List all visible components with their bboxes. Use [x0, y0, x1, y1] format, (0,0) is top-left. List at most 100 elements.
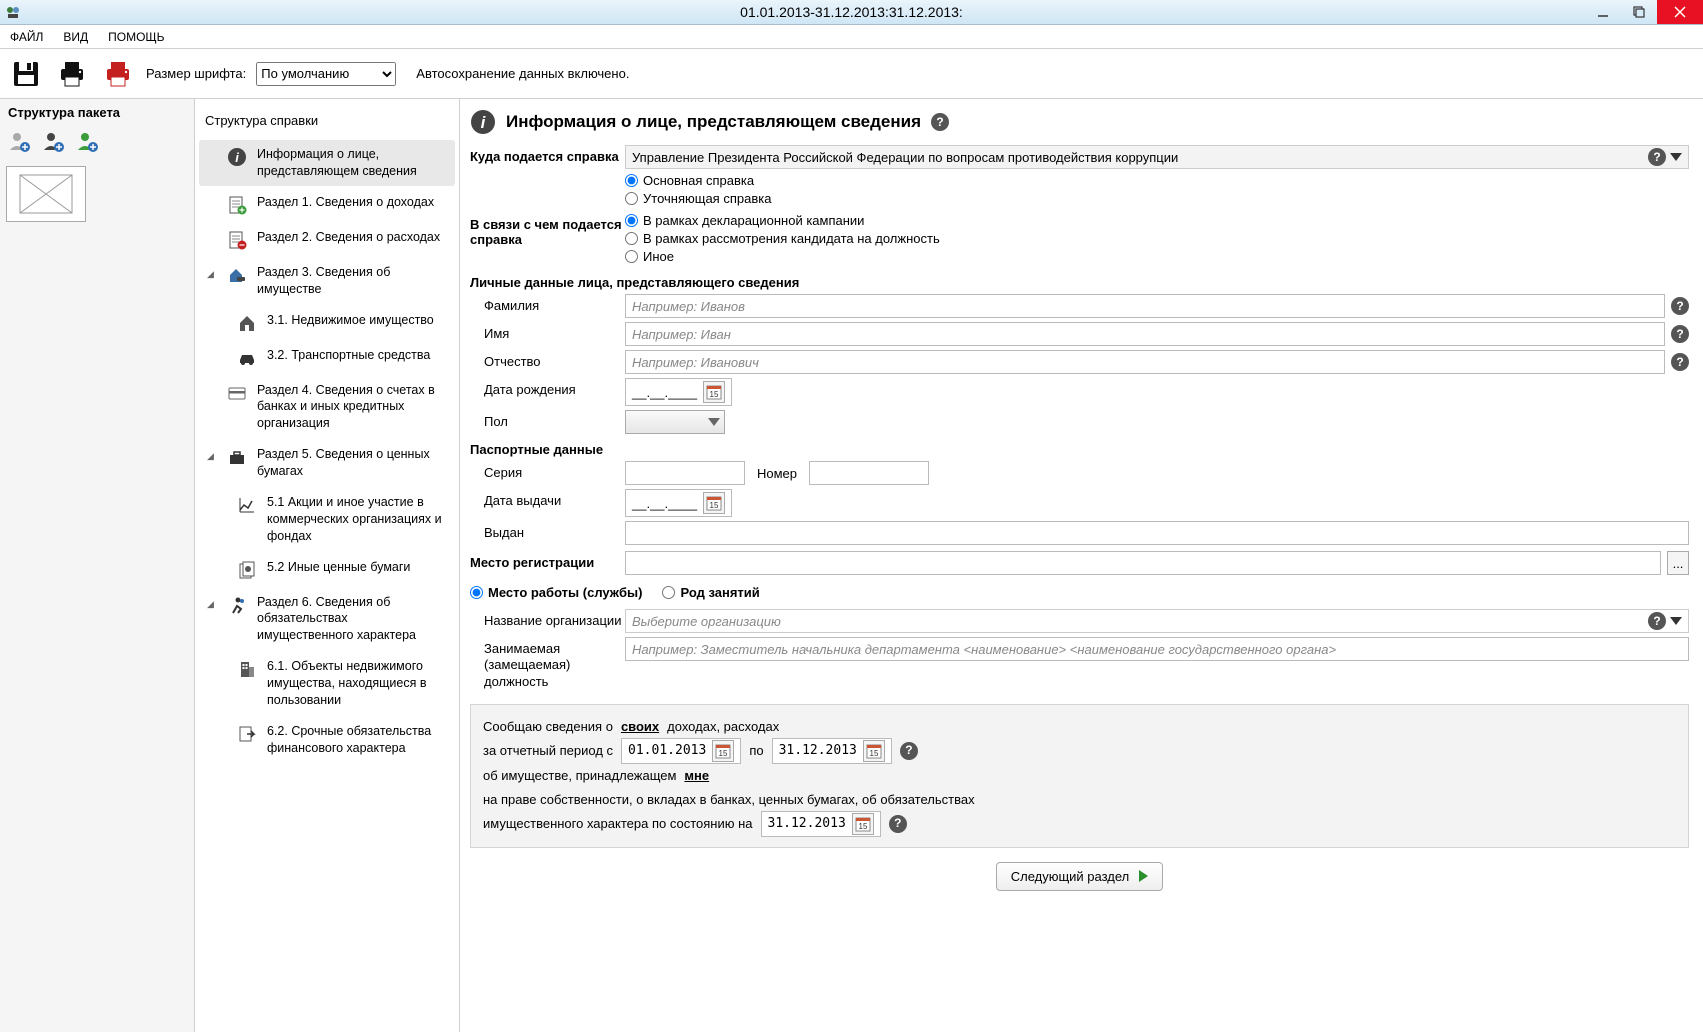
position-input[interactable] — [625, 637, 1689, 661]
info-icon: i — [227, 147, 247, 167]
radio-declaration[interactable] — [625, 214, 638, 227]
patronym-input[interactable] — [625, 350, 1665, 374]
svg-text:15: 15 — [710, 501, 719, 510]
link-own[interactable]: своих — [621, 715, 659, 738]
document-plus-icon — [227, 195, 247, 215]
menu-help[interactable]: ПОМОЩЬ — [98, 30, 174, 44]
issue-date-input[interactable]: __.__.____ 15 — [625, 489, 732, 517]
card-icon — [227, 383, 247, 403]
calendar-icon[interactable]: 15 — [703, 492, 725, 514]
document-arrow-icon — [237, 724, 257, 744]
mid-panel: Структура справки i Информация о лице, п… — [195, 99, 460, 1032]
help-icon[interactable]: ? — [900, 742, 918, 760]
print-icon[interactable] — [54, 56, 90, 92]
calendar-icon[interactable]: 15 — [863, 740, 885, 762]
font-size-label: Размер шрифта: — [146, 66, 246, 81]
position-label: Занимаемая (замещаемая) должность — [470, 637, 625, 690]
house-icon — [237, 313, 257, 333]
nav-section-6[interactable]: ◢ Раздел 6. Сведения об обязательствах и… — [199, 588, 455, 651]
nav-section-6-1[interactable]: 6.1. Объекты недвижимого имущества, нахо… — [199, 652, 455, 715]
period-to-input[interactable]: 31.12.201315 — [772, 738, 892, 764]
radio-occupation[interactable] — [662, 586, 675, 599]
status-date-input[interactable]: 31.12.201315 — [761, 811, 881, 837]
calendar-icon[interactable]: 15 — [712, 740, 734, 762]
calendar-icon[interactable]: 15 — [703, 381, 725, 403]
registration-label: Место регистрации — [470, 551, 625, 570]
help-icon[interactable]: ? — [1671, 297, 1689, 315]
nav-section-5-1[interactable]: 5.1 Акции и иное участие в коммерческих … — [199, 488, 455, 551]
radio-correcting[interactable] — [625, 192, 638, 205]
lastname-input[interactable] — [625, 294, 1665, 318]
radio-candidate[interactable] — [625, 232, 638, 245]
minimize-button[interactable] — [1585, 0, 1621, 24]
svg-text:15: 15 — [858, 822, 867, 831]
gender-select[interactable] — [625, 410, 725, 434]
destination-combo[interactable]: Управление Президента Российской Федерац… — [625, 145, 1689, 169]
dropdown-icon — [708, 418, 720, 426]
next-section-button[interactable]: Следующий раздел — [996, 862, 1164, 891]
nav-section-1[interactable]: Раздел 1. Сведения о доходах — [199, 188, 455, 221]
nav-section-3-1[interactable]: 3.1. Недвижимое имущество — [199, 306, 455, 339]
help-icon[interactable]: ? — [1648, 148, 1666, 166]
help-icon[interactable]: ? — [1671, 325, 1689, 343]
help-icon[interactable]: ? — [931, 113, 949, 131]
add-person-green-icon[interactable] — [76, 130, 98, 152]
app-icon — [4, 3, 22, 21]
radio-workplace[interactable] — [470, 586, 483, 599]
registration-input[interactable] — [625, 551, 1661, 575]
help-icon[interactable]: ? — [1671, 353, 1689, 371]
menubar: ФАЙЛ ВИД ПОМОЩЬ — [0, 25, 1703, 49]
dob-input[interactable]: __.__.____ 15 — [625, 378, 732, 406]
menu-view[interactable]: ВИД — [53, 30, 98, 44]
radio-other[interactable] — [625, 250, 638, 263]
nav-section-2[interactable]: Раздел 2. Сведения о расходах — [199, 223, 455, 256]
browse-button[interactable]: ... — [1667, 551, 1689, 575]
car-icon — [237, 348, 257, 368]
org-combo[interactable]: Выберите организацию ? — [625, 609, 1689, 633]
patronym-label: Отчество — [470, 350, 625, 369]
add-person-grey-icon[interactable] — [8, 130, 30, 152]
nav-section-5[interactable]: ◢ Раздел 5. Сведения о ценных бумагах — [199, 440, 455, 486]
nav-section-5-2[interactable]: 5.2 Иные ценные бумаги — [199, 553, 455, 586]
expand-icon[interactable]: ◢ — [207, 264, 217, 280]
personal-data-heading: Личные данные лица, представляющего свед… — [470, 275, 1689, 290]
help-icon[interactable]: ? — [1648, 612, 1666, 630]
help-icon[interactable]: ? — [889, 815, 907, 833]
issue-date-label: Дата выдачи — [470, 489, 625, 508]
add-person-dark-icon[interactable] — [42, 130, 64, 152]
chart-icon — [237, 495, 257, 515]
period-from-input[interactable]: 01.01.201315 — [621, 738, 741, 764]
expand-icon[interactable]: ◢ — [207, 594, 217, 610]
package-structure-header: Структура пакета — [0, 99, 194, 126]
destination-label: Куда подается справка — [470, 145, 625, 164]
summary-box: Сообщаю сведения о своих доходах, расход… — [470, 704, 1689, 848]
property-icon — [227, 265, 247, 285]
close-button[interactable] — [1657, 0, 1703, 24]
link-me[interactable]: мне — [684, 764, 709, 787]
number-input[interactable] — [809, 461, 929, 485]
font-size-select[interactable]: По умолчанию — [256, 62, 396, 86]
nav-section-3[interactable]: ◢ Раздел 3. Сведения об имуществе — [199, 258, 455, 304]
issued-by-input[interactable] — [625, 521, 1689, 545]
lastname-label: Фамилия — [470, 294, 625, 313]
firstname-input[interactable] — [625, 322, 1665, 346]
series-input[interactable] — [625, 461, 745, 485]
nav-section-4[interactable]: Раздел 4. Сведения о счетах в банках и и… — [199, 376, 455, 439]
svg-text:15: 15 — [710, 390, 719, 399]
nav-section-3-2[interactable]: 3.2. Транспортные средства — [199, 341, 455, 374]
menu-file[interactable]: ФАЙЛ — [0, 30, 53, 44]
save-icon[interactable] — [8, 56, 44, 92]
radio-main[interactable] — [625, 174, 638, 187]
titlebar: 01.01.2013-31.12.2013:31.12.2013: — [0, 0, 1703, 25]
dob-label: Дата рождения — [470, 378, 625, 397]
expand-icon[interactable]: ◢ — [207, 446, 217, 462]
calendar-icon[interactable]: 15 — [852, 813, 874, 835]
form-panel: i Информация о лице, представляющем свед… — [460, 99, 1703, 1032]
package-thumbnail[interactable] — [6, 166, 86, 222]
reason-label: В связи с чем подается справка — [470, 213, 625, 247]
nav-info-person[interactable]: i Информация о лице, представляющем свед… — [199, 140, 455, 186]
maximize-button[interactable] — [1621, 0, 1657, 24]
print-red-icon[interactable] — [100, 56, 136, 92]
left-panel: Структура пакета — [0, 99, 195, 1032]
nav-section-6-2[interactable]: 6.2. Срочные обязательства финансового х… — [199, 717, 455, 763]
